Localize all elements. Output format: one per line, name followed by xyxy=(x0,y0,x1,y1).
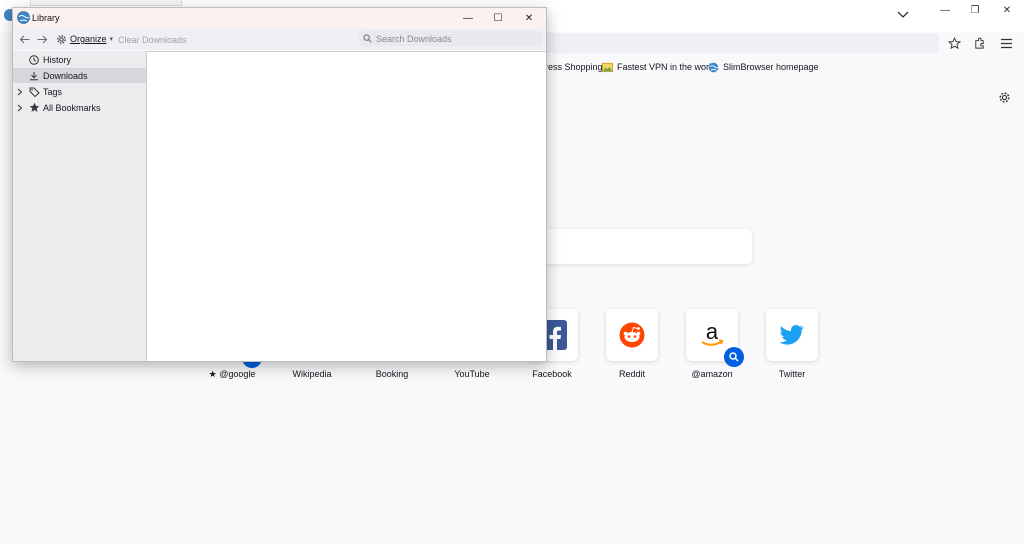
new-tab-search-box[interactable] xyxy=(540,229,752,264)
chevron-right-icon[interactable] xyxy=(17,88,23,96)
top-site-reddit[interactable]: Reddit xyxy=(602,309,662,379)
chevron-down-icon: ▾ xyxy=(109,36,114,43)
svg-text:a: a xyxy=(706,320,719,344)
back-button[interactable] xyxy=(16,32,32,46)
chevron-right-icon[interactable] xyxy=(17,104,23,112)
arrow-left-icon xyxy=(19,35,29,43)
chevron-down-icon xyxy=(897,11,909,18)
bookmark-label: SlimBrowser homepage xyxy=(723,62,819,72)
top-site-label: ★ @google xyxy=(208,369,256,379)
sidebar-item-label: All Bookmarks xyxy=(43,102,101,113)
extensions-button[interactable] xyxy=(969,33,989,53)
tab-list-button[interactable] xyxy=(893,6,913,24)
twitter-tile xyxy=(766,309,818,361)
library-window: Library — ☐ ✕ Organize ▾ Clear Downloads… xyxy=(12,7,547,362)
browser-minimize-button[interactable]: — xyxy=(932,2,958,18)
browser-restore-button[interactable]: ❐ xyxy=(962,2,988,18)
tag-icon xyxy=(29,87,40,97)
library-close-button[interactable]: ✕ xyxy=(514,10,544,26)
top-site-amazon[interactable]: a @amazon xyxy=(682,309,744,379)
top-site-twitter[interactable]: Twitter xyxy=(762,309,822,379)
slimbrowser-globe-icon xyxy=(17,11,30,24)
folder-image-icon xyxy=(602,62,613,72)
bookmark-label: Fastest VPN in the world xyxy=(617,62,717,72)
forward-button[interactable] xyxy=(34,32,50,46)
top-site-label: Twitter xyxy=(778,369,806,379)
arrow-right-icon xyxy=(37,35,47,43)
search-downloads-input[interactable] xyxy=(376,33,536,44)
slimbrowser-globe-icon xyxy=(708,62,719,72)
url-bar[interactable] xyxy=(540,33,939,53)
sidebar-item-all-bookmarks[interactable]: All Bookmarks xyxy=(13,100,146,115)
organize-menu-button[interactable]: Organize ▾ xyxy=(56,32,113,46)
search-icon xyxy=(363,34,372,43)
top-site-label: Booking xyxy=(375,369,409,379)
hamburger-menu-icon xyxy=(1000,38,1012,48)
clock-icon xyxy=(29,54,39,65)
download-icon xyxy=(30,71,38,80)
bookmark-slimbrowser-homepage[interactable]: SlimBrowser homepage xyxy=(708,59,819,75)
star-icon xyxy=(29,102,39,112)
top-site-label: YouTube xyxy=(454,369,490,379)
pinned-search-badge xyxy=(724,347,744,367)
twitter-icon xyxy=(780,325,804,345)
downloads-list[interactable] xyxy=(146,51,546,361)
library-title: Library xyxy=(32,13,60,23)
bookmark-label: ress Shopping xyxy=(545,62,603,72)
star-outline-icon xyxy=(947,36,961,49)
bookmark-shopping[interactable]: ress Shopping xyxy=(545,59,603,75)
new-tab-settings-button[interactable] xyxy=(995,88,1013,106)
sidebar-item-downloads[interactable]: Downloads xyxy=(13,68,146,83)
library-minimize-button[interactable]: — xyxy=(453,10,483,26)
sidebar-item-label: History xyxy=(43,54,72,65)
gear-icon xyxy=(998,91,1010,103)
bookmark-fastest-vpn[interactable]: Fastest VPN in the world xyxy=(602,59,716,75)
top-site-label: Wikipedia xyxy=(292,369,332,379)
sidebar-item-label: Downloads xyxy=(43,70,88,81)
reddit-icon xyxy=(619,322,645,348)
reddit-tile xyxy=(606,309,658,361)
library-maximize-button[interactable]: ☐ xyxy=(483,10,513,26)
browser-tab[interactable] xyxy=(30,0,182,6)
top-site-label: Facebook xyxy=(532,369,572,379)
clear-downloads-button[interactable]: Clear Downloads xyxy=(118,35,187,45)
library-sidebar: History Downloads Tags All Bookmarks xyxy=(13,51,146,361)
top-site-label: @amazon xyxy=(691,369,733,379)
sidebar-item-label: Tags xyxy=(43,86,63,97)
top-site-label: Reddit xyxy=(618,369,645,379)
organize-label: Organize xyxy=(70,34,107,44)
search-downloads-field[interactable] xyxy=(359,31,542,46)
sidebar-item-tags[interactable]: Tags xyxy=(13,84,146,99)
amazon-icon: a xyxy=(701,320,724,346)
browser-close-button[interactable]: ✕ xyxy=(994,2,1020,18)
search-icon xyxy=(729,352,739,362)
bookmark-page-button[interactable] xyxy=(944,33,964,53)
gear-icon xyxy=(57,34,66,44)
app-menu-button[interactable] xyxy=(996,33,1016,53)
puzzle-icon xyxy=(974,37,984,49)
sidebar-item-history[interactable]: History xyxy=(13,52,146,67)
